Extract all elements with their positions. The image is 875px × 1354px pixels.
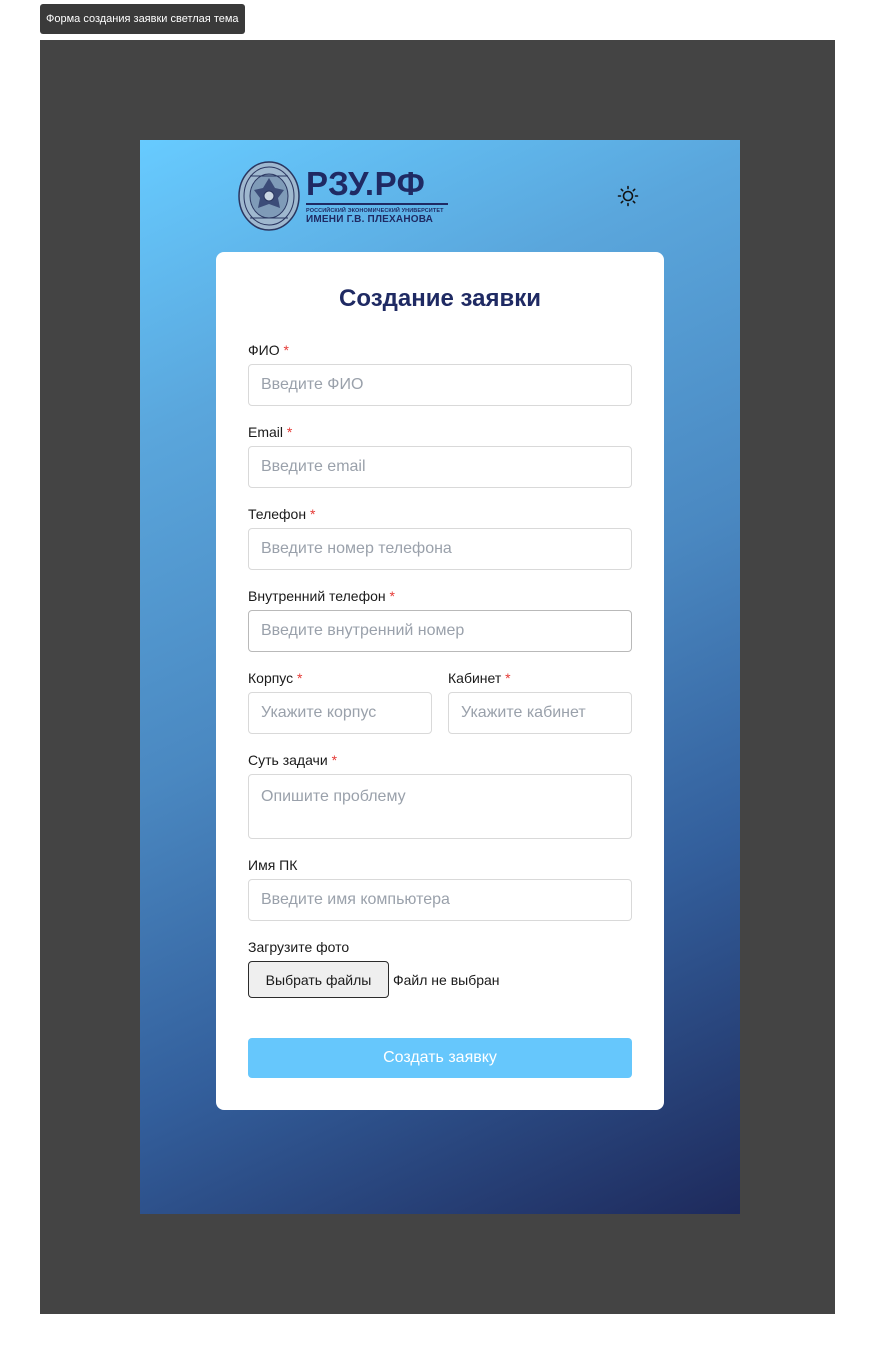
university-logo[interactable]: РЗУ.РФ РОССИЙСКИЙ ЭКОНОМИЧЕСКИЙ УНИВЕРСИ… [236,160,456,232]
required-mark: * [309,506,316,522]
building-input[interactable] [248,692,432,734]
form-title: Создание заявки [339,285,541,312]
pc-name-label: Имя ПК [248,857,297,873]
building-label-text: Корпус [248,670,294,686]
theme-toggle-button[interactable] [617,185,639,207]
phone-label-text: Телефон [248,506,307,522]
brand-name: РЗУ.РФ [306,165,426,202]
file-status: Файл не выбран [393,972,500,988]
create-request-button[interactable]: Создать заявку [248,1038,632,1078]
emblem-icon [238,161,300,231]
task-label: Суть задачи * [248,752,337,768]
required-mark: * [505,670,511,686]
upload-label: Загрузите фото [248,939,350,955]
request-form-card: Создание заявки ФИО * Email * Телефон * … [216,252,664,1110]
brand-subtitle-2: ИМЕНИ Г.В. ПЛЕХАНОВА [306,214,434,225]
building-label: Корпус * [248,670,303,686]
required-mark: * [297,670,303,686]
fio-label: ФИО * [248,342,289,358]
required-mark: * [286,424,293,440]
choose-files-button[interactable]: Выбрать файлы [248,961,389,998]
required-mark: * [331,752,338,768]
fio-label-text: ФИО [248,342,280,358]
internal-phone-input[interactable] [248,610,632,652]
office-input[interactable] [448,692,632,734]
app-screen: РЗУ.РФ РОССИЙСКИЙ ЭКОНОМИЧЕСКИЙ УНИВЕРСИ… [140,140,740,1214]
pc-name-input[interactable] [248,879,632,921]
fio-input[interactable] [248,364,632,406]
office-label-text: Кабинет [448,670,502,686]
brand-divider [306,203,448,205]
email-label: Email * [248,424,292,440]
internal-phone-label: Внутренний телефон * [248,588,395,604]
internal-phone-label-text: Внутренний телефон [248,588,386,604]
email-label-text: Email [248,424,284,440]
task-textarea[interactable] [248,774,632,839]
office-label: Кабинет * [448,670,511,686]
task-label-text: Суть задачи [248,752,328,768]
required-mark: * [283,342,289,358]
frame-label: Форма создания заявки светлая тема [40,4,245,34]
required-mark: * [389,588,395,604]
brand-wordmark: РЗУ.РФ РОССИЙСКИЙ ЭКОНОМИЧЕСКИЙ УНИВЕРСИ… [306,166,448,225]
phone-label: Телефон * [248,506,315,522]
sun-icon [617,185,639,207]
phone-input[interactable] [248,528,632,570]
email-input[interactable] [248,446,632,488]
pc-name-label-text: Имя ПК [248,857,298,873]
